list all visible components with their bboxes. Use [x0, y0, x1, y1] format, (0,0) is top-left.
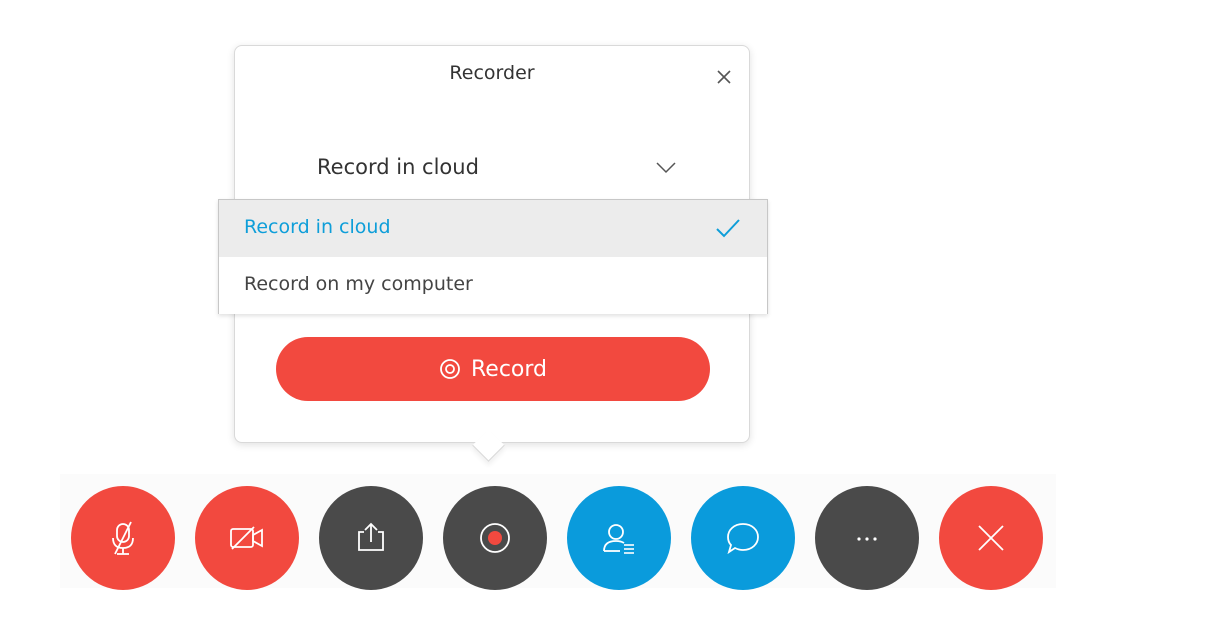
record-start-button[interactable]: Record — [276, 337, 710, 401]
share-icon — [358, 522, 384, 551]
option-record-in-cloud[interactable]: Record in cloud — [219, 200, 767, 257]
chat-button[interactable] — [691, 486, 795, 590]
record-icon — [440, 359, 460, 379]
recorder-title: Recorder — [449, 62, 535, 84]
more-icon — [857, 537, 877, 541]
microphone-muted-icon — [112, 521, 134, 555]
video-off-icon — [230, 526, 263, 550]
participants-icon — [603, 524, 634, 554]
close-icon — [717, 70, 731, 84]
option-record-on-my-computer[interactable]: Record on my computer — [219, 257, 767, 314]
record-icon — [480, 523, 510, 553]
close-icon — [978, 525, 1004, 551]
chevron-down-icon — [656, 162, 676, 174]
record-mode-value: Record in cloud — [317, 155, 479, 179]
video-button[interactable] — [195, 486, 299, 590]
record-start-label: Record — [470, 356, 547, 382]
more-button[interactable] — [815, 486, 919, 590]
option-label: Record on my computer — [244, 273, 473, 295]
mute-button[interactable] — [71, 486, 175, 590]
participants-button[interactable] — [567, 486, 671, 590]
check-icon — [716, 219, 740, 238]
chat-icon — [727, 523, 759, 555]
option-label: Record in cloud — [244, 216, 391, 238]
leave-button[interactable] — [939, 486, 1043, 590]
share-button[interactable] — [319, 486, 423, 590]
record-mode-dropdown: Record in cloud Record on my computer — [218, 199, 768, 314]
record-button[interactable] — [443, 486, 547, 590]
record-mode-select[interactable]: Record in cloud — [317, 149, 677, 185]
meeting-toolbar — [60, 474, 1056, 590]
close-button[interactable] — [715, 68, 733, 86]
